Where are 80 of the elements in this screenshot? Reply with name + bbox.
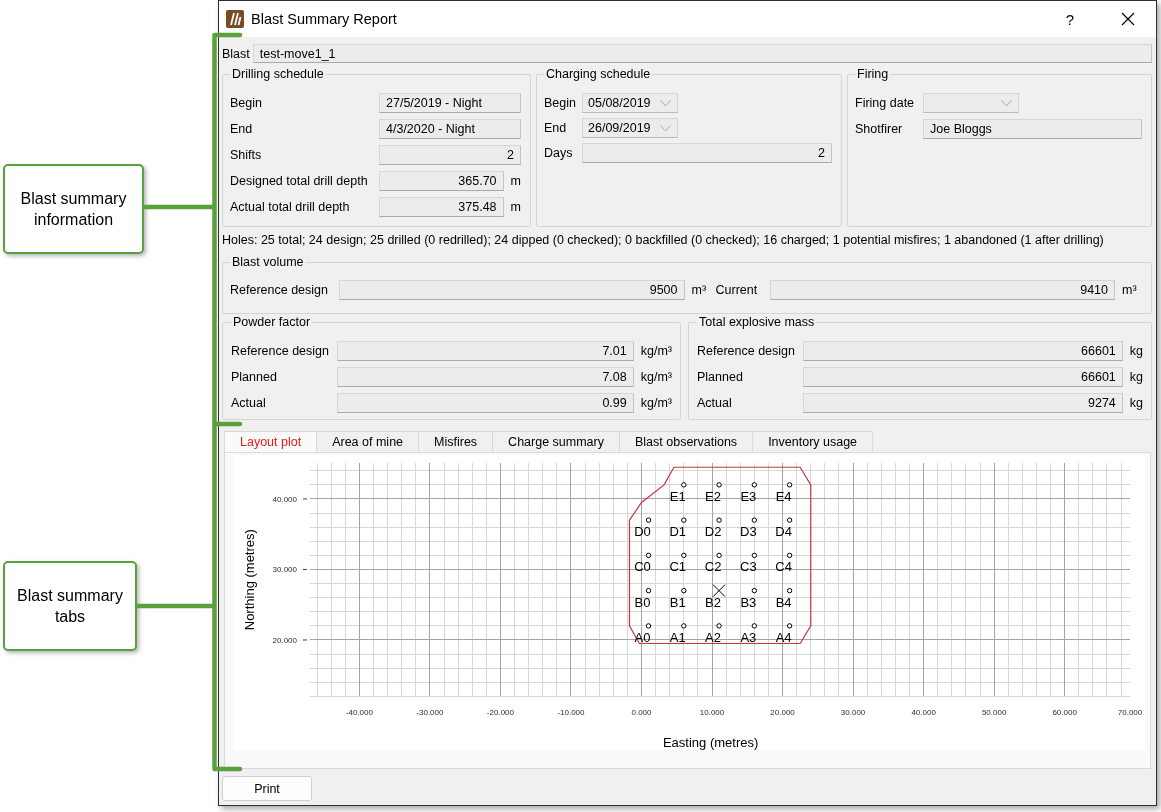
- hole-label: C2: [704, 559, 722, 575]
- field-label: Days: [544, 146, 574, 160]
- hole-label: B3: [740, 594, 757, 610]
- hole-label: B0: [634, 594, 651, 610]
- group-title: Powder factor: [232, 315, 312, 330]
- hole-label: A1: [669, 629, 686, 645]
- axis-tick-label: 40.000: [272, 494, 297, 504]
- field-label: Firing date: [855, 96, 916, 110]
- hole-label: C4: [775, 559, 792, 575]
- axis-tick-label: -10.000: [557, 708, 585, 718]
- hole-label: B2: [705, 594, 722, 610]
- holes-summary: Holes: 25 total; 24 design; 25 drilled (0 redrilled); 24 dipped (0 checked); 0 backfilled (0 checked); 16 charged; 1 potential misfires; 1 abandoned (1 after drilling): [222, 233, 1105, 248]
- unit-label: kg: [1128, 396, 1143, 410]
- hole-label: E3: [740, 488, 757, 504]
- field-label: Actual total drill depth: [230, 200, 351, 214]
- unit-label: kg: [1128, 370, 1143, 384]
- axis-tick-label: 30.000: [272, 565, 297, 575]
- hole-label: E2: [705, 488, 722, 504]
- axis-tick-label: 60.000: [1052, 708, 1077, 718]
- field-label: Actual: [697, 396, 733, 410]
- hole-label: B1: [669, 594, 686, 610]
- field-label: Reference design: [231, 344, 330, 358]
- hole-label: D2: [704, 524, 722, 540]
- field-label: Begin: [230, 96, 263, 110]
- axis-tick-label: 30.000: [840, 708, 866, 718]
- unit-label: kg/m³: [639, 344, 672, 358]
- unit-label: kg/m³: [639, 370, 672, 384]
- axis-tick-label: -20.000: [486, 708, 514, 718]
- axis-tick-label: 20.000: [272, 636, 297, 645]
- hole-label: B4: [775, 594, 792, 610]
- hole-label: E1: [669, 488, 686, 504]
- group-title: Total explosive mass: [698, 315, 816, 330]
- axis-tick-label: 20.000: [770, 708, 795, 718]
- hole-label: D1: [669, 524, 687, 540]
- hole-label: C3: [740, 559, 757, 575]
- hole-label: A2: [705, 629, 722, 645]
- field-label: Designed total drill depth: [230, 174, 369, 188]
- hole-label: A3: [740, 629, 757, 645]
- field-label: Shifts: [230, 148, 263, 162]
- axis-tick-label: -30.000: [416, 708, 444, 718]
- unit-label: kg/m³: [639, 396, 672, 410]
- hole-label: A0: [634, 629, 651, 645]
- window-title: Blast Summary Report: [251, 11, 397, 27]
- field-label: Begin: [544, 96, 577, 110]
- axis-tick-label: 50.000: [981, 708, 1007, 718]
- field-label: Current: [715, 283, 759, 297]
- field-label: Planned: [231, 370, 278, 384]
- axis-tick-label: 40.000: [911, 708, 936, 718]
- group-title: Blast volume: [231, 255, 305, 270]
- hole-label: D3: [740, 524, 757, 540]
- callout-label: Blast summary tabs: [3, 561, 137, 651]
- field-label: Shotfirer: [855, 122, 904, 136]
- unit-label: m³: [690, 283, 708, 297]
- unit-label: kg: [1128, 344, 1143, 358]
- field-label: Reference design: [697, 344, 796, 358]
- unit-label: m³: [1121, 283, 1138, 297]
- hole-label: E4: [775, 488, 792, 504]
- hole-label: D4: [775, 524, 792, 540]
- axis-tick-label: 70.000: [1117, 708, 1143, 718]
- hole-label: C1: [669, 559, 687, 575]
- field-label: Reference design: [230, 283, 329, 297]
- group-title: Drilling schedule: [231, 67, 325, 82]
- hole-label: D0: [634, 524, 651, 540]
- axis-tick-label: -40.000: [345, 708, 373, 718]
- axis-title: Northing (metres): [242, 529, 258, 631]
- axis-tick-label: 0.000: [631, 708, 652, 718]
- field-label: End: [230, 122, 254, 136]
- field-label: End: [544, 121, 568, 135]
- group-title: Firing: [856, 67, 890, 82]
- field-label: Planned: [697, 370, 744, 384]
- hole-label: C0: [634, 559, 651, 575]
- unit-label: m: [509, 200, 521, 214]
- field-label: Blast: [222, 46, 250, 61]
- axis-tick-label: 10.000: [699, 708, 725, 718]
- field-label: Actual: [231, 396, 267, 410]
- unit-label: m: [509, 174, 521, 188]
- axis-title: Easting (metres): [662, 735, 759, 750]
- group-title: Charging schedule: [545, 67, 652, 82]
- callout-label: Blast summary information: [3, 164, 144, 254]
- hole-label: A4: [775, 629, 792, 645]
